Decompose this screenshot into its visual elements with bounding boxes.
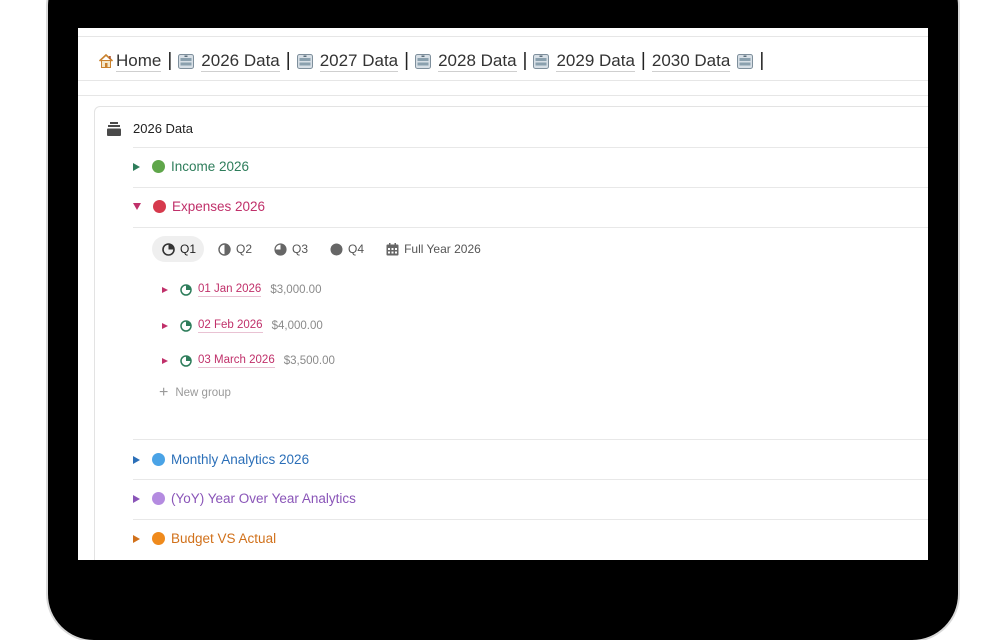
divider — [133, 227, 928, 228]
nav-separator: | — [404, 50, 410, 71]
triangle-right-icon — [162, 322, 168, 329]
triangle-right-icon — [133, 494, 140, 503]
group-row[interactable]: 02 Feb 2026 $4,000.00 — [162, 318, 323, 333]
tab-label: Q3 — [292, 242, 309, 256]
nav-divider — [78, 80, 928, 81]
quarter-pie-icon — [180, 319, 192, 332]
divider — [133, 519, 928, 520]
database-icon — [737, 53, 754, 69]
divider — [133, 147, 928, 148]
breadcrumb-nav: Home | 2026 Data | 2027 Data | 2028 Data… — [98, 48, 770, 74]
group-label: 03 March 2026 — [198, 354, 275, 368]
top-divider — [78, 36, 928, 37]
tab-label: Q4 — [348, 242, 365, 256]
quarter-pie-icon — [180, 283, 192, 296]
green-dot-icon — [152, 160, 165, 173]
purple-dot-icon — [152, 492, 165, 505]
card-title: 2026 Data — [133, 121, 193, 136]
nav-link-label: Home — [116, 50, 162, 72]
database-icon — [415, 53, 432, 69]
database-icon — [178, 53, 195, 69]
nav-separator: | — [285, 50, 291, 71]
tab-q4[interactable]: Q4 — [320, 236, 372, 262]
database-card: 2026 Data Income 2026 Expenses 2026 Q1 Q… — [94, 106, 928, 560]
triangle-right-icon — [162, 357, 168, 364]
quarter-pie-icon — [162, 242, 175, 256]
tab-q1[interactable]: Q1 — [152, 236, 205, 262]
stack-icon — [107, 121, 121, 136]
nav-separator: | — [640, 50, 646, 71]
group-label: 02 Feb 2026 — [198, 319, 263, 333]
half-pie-icon — [218, 242, 231, 256]
tab-q3[interactable]: Q3 — [264, 236, 316, 262]
tab-q2[interactable]: Q2 — [208, 236, 260, 262]
nav-separator: | — [167, 50, 173, 71]
tab-label: Full Year 2026 — [404, 242, 481, 256]
group-row[interactable]: 03 March 2026 $3,500.00 — [162, 353, 335, 368]
divider — [133, 479, 928, 480]
nav-separator: | — [522, 50, 528, 71]
group-amount: $3,000.00 — [270, 283, 322, 296]
toggle-budget-vs-actual[interactable]: Budget VS Actual — [133, 531, 276, 546]
house-icon — [98, 53, 114, 68]
calendar-icon — [386, 242, 399, 255]
nav-link-2029[interactable]: 2029 Data — [533, 50, 635, 72]
nav-separator: | — [759, 50, 765, 71]
group-amount: $4,000.00 — [271, 319, 323, 332]
nav-divider-2 — [78, 95, 928, 96]
full-circle-icon — [330, 243, 343, 255]
nav-link-label: 2027 Data — [319, 50, 399, 72]
section-label: Expenses 2026 — [172, 199, 266, 214]
quarter-tabs: Q1 Q2 Q3 Q4 Full Year 2026 — [152, 236, 493, 262]
database-icon — [533, 53, 550, 69]
triangle-down-icon — [133, 203, 141, 210]
nav-link-2026[interactable]: 2026 Data — [178, 50, 280, 72]
triangle-right-icon — [162, 286, 168, 293]
quarter-pie-icon — [180, 354, 192, 367]
triangle-right-icon — [133, 534, 140, 543]
nav-link-home[interactable]: Home — [98, 50, 162, 72]
tab-label: Q1 — [180, 242, 197, 256]
nav-link-label: 2030 Data — [651, 50, 731, 72]
orange-dot-icon — [152, 532, 165, 545]
tab-full-year[interactable]: Full Year 2026 — [376, 236, 489, 262]
section-label: (YoY) Year Over Year Analytics — [171, 491, 356, 506]
group-amount: $3,500.00 — [283, 354, 335, 367]
section-label: Income 2026 — [171, 159, 250, 174]
toggle-monthly-analytics-2026[interactable]: Monthly Analytics 2026 — [133, 452, 309, 467]
three-quarter-pie-icon — [274, 242, 287, 256]
tab-label: Q2 — [236, 242, 253, 256]
nav-link-2030[interactable]: 2030 Data — [651, 50, 754, 72]
nav-link-label: 2026 Data — [201, 50, 280, 72]
nav-link-label: 2029 Data — [556, 50, 635, 72]
divider — [133, 439, 928, 440]
new-group-label: New group — [175, 387, 231, 399]
database-icon — [296, 53, 313, 69]
toggle-yoy-analytics[interactable]: (YoY) Year Over Year Analytics — [133, 491, 356, 506]
triangle-right-icon — [133, 455, 140, 464]
plus-icon: + — [159, 384, 169, 401]
section-label: Budget VS Actual — [171, 531, 277, 546]
toggle-income-2026[interactable]: Income 2026 — [133, 159, 249, 174]
divider — [133, 187, 928, 188]
toggle-expenses-2026[interactable]: Expenses 2026 — [133, 199, 265, 214]
section-label: Monthly Analytics 2026 — [171, 452, 310, 467]
new-group-button[interactable]: + New group — [159, 384, 231, 401]
group-label: 01 Jan 2026 — [198, 283, 262, 297]
app-screen: Home | 2026 Data | 2027 Data | 2028 Data… — [78, 28, 928, 560]
red-dot-icon — [153, 200, 166, 213]
group-row[interactable]: 01 Jan 2026 $3,000.00 — [162, 282, 321, 297]
triangle-right-icon — [133, 162, 140, 171]
nav-link-2028[interactable]: 2028 Data — [415, 50, 517, 72]
nav-link-label: 2028 Data — [438, 50, 517, 72]
nav-link-2027[interactable]: 2027 Data — [296, 50, 399, 72]
card-header[interactable]: 2026 Data — [107, 121, 193, 136]
blue-dot-icon — [152, 453, 165, 466]
